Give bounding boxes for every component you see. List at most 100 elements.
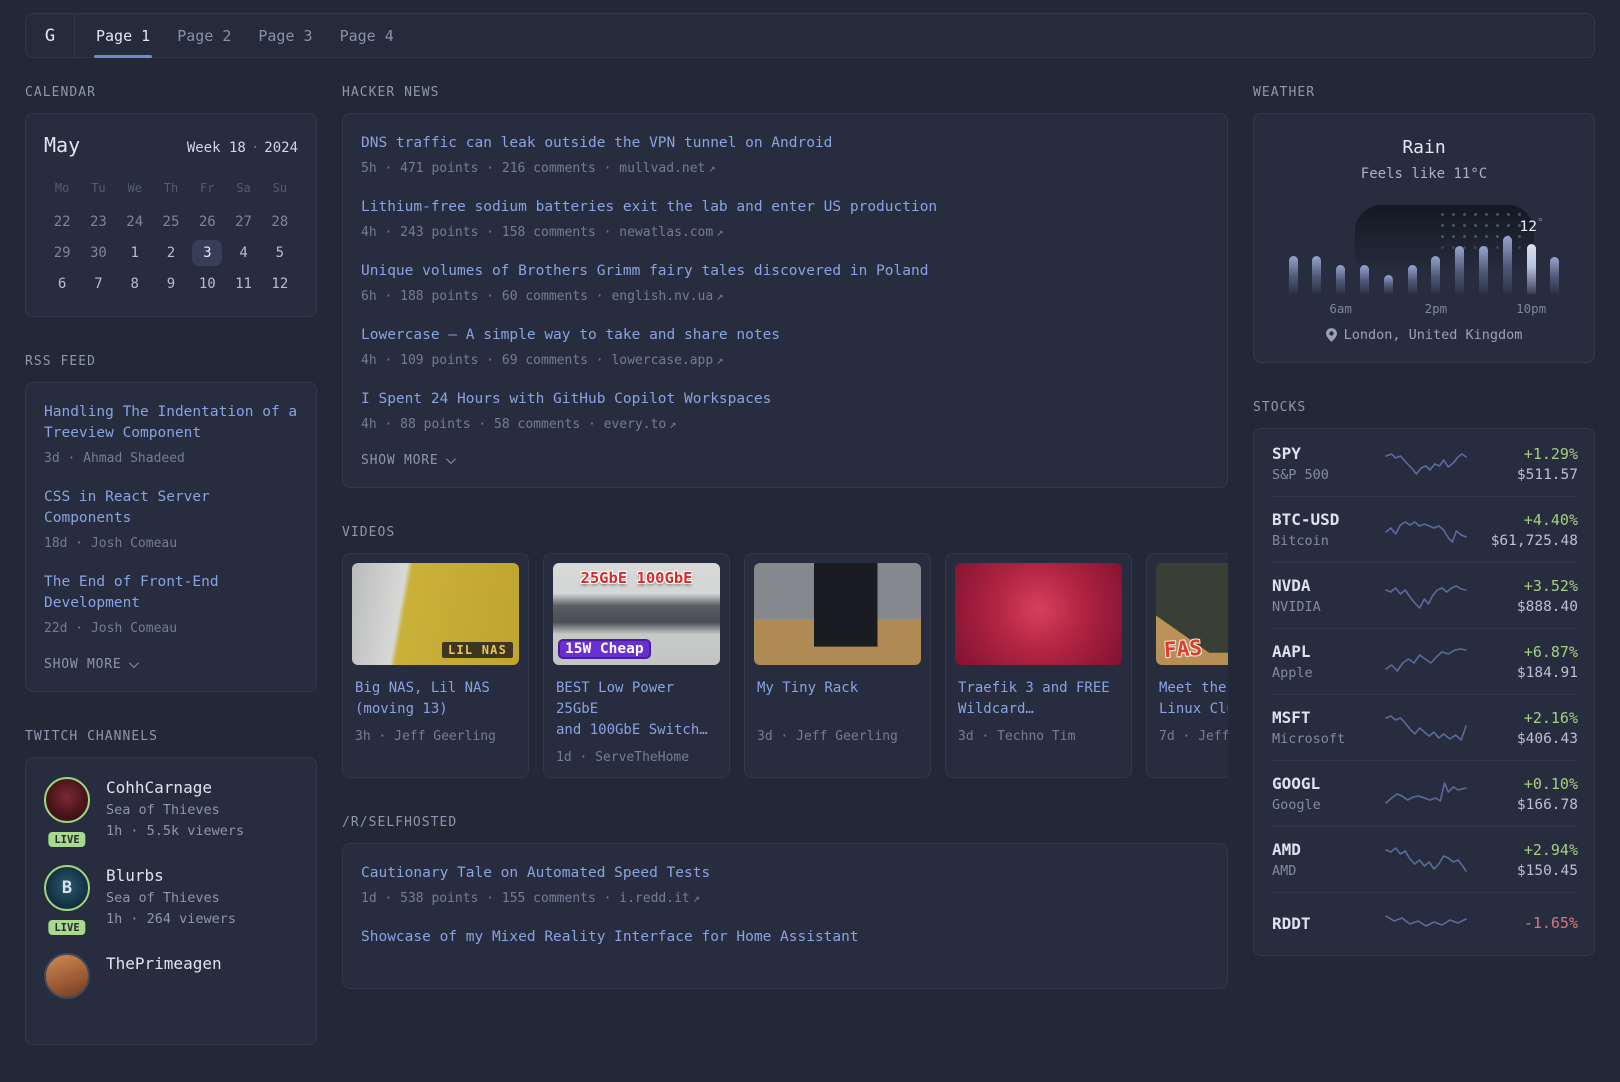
hn-item-title[interactable]: Unique volumes of Brothers Grimm fairy t… xyxy=(361,261,1209,282)
twitch-channel-name[interactable]: ThePrimeagen xyxy=(106,954,222,973)
hn-item-title[interactable]: Lithium-free sodium batteries exit the l… xyxy=(361,197,1209,218)
twitch-channel-viewers: 1h · 5.5k viewers xyxy=(106,823,244,839)
twitch-channel-row[interactable]: B LIVE Blurbs Sea of Thieves 1h · 264 vi… xyxy=(44,865,298,927)
weather-bar[interactable] xyxy=(1336,265,1345,294)
video-title[interactable]: Meet the m Linux Clus xyxy=(1159,678,1228,720)
video-title[interactable]: BEST Low Power 25GbE and 100GbE Switch… xyxy=(556,678,717,741)
weather-bar[interactable] xyxy=(1360,265,1369,294)
rss-item-title[interactable]: The End of Front-End Development xyxy=(44,572,298,614)
stock-price: $166.78 xyxy=(1468,797,1578,813)
stock-sparkline-chart xyxy=(1384,447,1468,481)
stock-price: $406.43 xyxy=(1468,731,1578,747)
hn-item-title[interactable]: DNS traffic can leak outside the VPN tun… xyxy=(361,133,1209,154)
video-card[interactable]: Traefik 3 and FREE Wildcard… 3d · Techno… xyxy=(945,553,1132,778)
app-logo[interactable]: G xyxy=(26,14,75,57)
weather-bar[interactable] xyxy=(1455,246,1464,294)
rss-item-title[interactable]: CSS in React Server Components xyxy=(44,487,298,529)
video-card[interactable]: My Tiny Rack 3d · Jeff Geerling xyxy=(744,553,931,778)
stock-sparkline-wrap xyxy=(1384,777,1468,811)
weather-bar[interactable] xyxy=(1503,236,1512,294)
video-title[interactable]: Big NAS, Lil NAS (moving 13) xyxy=(355,678,516,720)
stock-values: -1.65% xyxy=(1468,914,1578,932)
video-thumbnail[interactable] xyxy=(754,563,921,665)
weather-bar[interactable] xyxy=(1408,265,1417,294)
page-tab[interactable]: Page 4 xyxy=(340,14,394,57)
stock-identity: AAPL Apple xyxy=(1272,642,1384,681)
section-label-selfhosted: /R/SELFHOSTED xyxy=(342,815,1228,830)
calendar-weekday: Fr xyxy=(189,175,225,201)
stock-sparkline-wrap xyxy=(1384,906,1468,940)
twitch-channel-name[interactable]: Blurbs xyxy=(106,866,236,885)
stock-symbol[interactable]: AMD xyxy=(1272,840,1384,859)
stock-row[interactable]: AMD AMD +2.94% $150.45 xyxy=(1272,826,1576,892)
video-meta: 1d · ServeTheHome xyxy=(556,750,717,765)
page-tab[interactable]: Page 3 xyxy=(258,14,312,57)
stock-symbol[interactable]: MSFT xyxy=(1272,708,1384,727)
twitch-avatar-wrap xyxy=(44,953,90,999)
page-tab[interactable]: Page 1 xyxy=(96,14,150,57)
video-card[interactable]: 25GbE 100GbE 15W Cheap BEST Low Power 25… xyxy=(543,553,730,778)
page-tab[interactable]: Page 2 xyxy=(177,14,231,57)
video-thumbnail[interactable]: 25GbE 100GbE 15W Cheap xyxy=(553,563,720,665)
stock-row[interactable]: GOOGL Google +0.10% $166.78 xyxy=(1272,760,1576,826)
weather-bar[interactable] xyxy=(1384,275,1393,294)
stock-name: AMD xyxy=(1272,863,1384,879)
twitch-channel-row[interactable]: LIVE CohhCarnage Sea of Thieves 1h · 5.5… xyxy=(44,777,298,839)
weather-bar[interactable] xyxy=(1527,244,1536,294)
calendar-weekday: Su xyxy=(262,175,298,201)
weather-bar-slot xyxy=(1312,234,1322,294)
calendar-weekday: Tu xyxy=(80,175,116,201)
stock-symbol[interactable]: BTC-USD xyxy=(1272,510,1384,529)
video-thumbnail[interactable] xyxy=(955,563,1122,665)
stock-row[interactable]: BTC-USD Bitcoin +4.40% $61,725.48 xyxy=(1272,496,1576,562)
stock-symbol[interactable]: AAPL xyxy=(1272,642,1384,661)
stock-sparkline-wrap xyxy=(1384,711,1468,745)
stock-symbol[interactable]: GOOGL xyxy=(1272,774,1384,793)
video-title[interactable]: My Tiny Rack xyxy=(757,678,918,720)
thumbnail-overlay-text: 25GbE 100GbE xyxy=(581,569,693,587)
stock-row[interactable]: MSFT Microsoft +2.16% $406.43 xyxy=(1272,694,1576,760)
video-card[interactable]: FAS Meet the m Linux Clus 7d · Jeff Geer… xyxy=(1146,553,1228,778)
video-thumbnail[interactable]: LIL NAS xyxy=(352,563,519,665)
rss-widget: RSS FEED Handling The Indentation of a T… xyxy=(25,354,317,692)
video-title[interactable]: Traefik 3 and FREE Wildcard… xyxy=(958,678,1119,720)
hn-item-meta: 5h · 471 points · 216 comments · mullvad… xyxy=(361,161,1209,176)
stock-symbol[interactable]: RDDT xyxy=(1272,914,1384,933)
twitch-avatar xyxy=(44,777,90,823)
twitch-channel-category[interactable]: Sea of Thieves xyxy=(106,890,236,906)
video-card[interactable]: LIL NAS Big NAS, Lil NAS (moving 13) 3h … xyxy=(342,553,529,778)
location-pin-icon xyxy=(1326,328,1337,342)
left-column: CALENDAR May Week 18·2024 MoTuWeThFrSaSu… xyxy=(25,85,317,1082)
weather-bar[interactable] xyxy=(1312,256,1321,294)
weather-bar-slot: 12° 10pm xyxy=(1526,234,1536,294)
stock-row[interactable]: SPY S&P 500 +1.29% $511.57 xyxy=(1272,431,1576,496)
stock-symbol[interactable]: NVDA xyxy=(1272,576,1384,595)
weather-bar[interactable] xyxy=(1550,257,1559,294)
twitch-channel-category[interactable]: Sea of Thieves xyxy=(106,802,244,818)
hn-item-title[interactable]: I Spent 24 Hours with GitHub Copilot Wor… xyxy=(361,389,1209,410)
reddit-item-title[interactable]: Showcase of my Mixed Reality Interface f… xyxy=(361,927,1209,948)
weather-bar[interactable] xyxy=(1479,246,1488,294)
stock-symbol[interactable]: SPY xyxy=(1272,444,1384,463)
rss-item-title[interactable]: Handling The Indentation of a Treeview C… xyxy=(44,402,298,444)
rss-item-meta: 3d · Ahmad Shadeed xyxy=(44,451,298,466)
stock-row[interactable]: AAPL Apple +6.87% $184.91 xyxy=(1272,628,1576,694)
calendar-day: 27 xyxy=(229,209,259,235)
hn-item: Lowercase – A simple way to take and sha… xyxy=(361,325,1209,368)
twitch-channel-row[interactable]: ThePrimeagen xyxy=(44,953,298,999)
reddit-item-title[interactable]: Cautionary Tale on Automated Speed Tests xyxy=(361,863,1209,884)
stock-row[interactable]: RDDT -1.65% xyxy=(1272,892,1576,953)
stock-values: +3.52% $888.40 xyxy=(1468,577,1578,615)
weather-bar[interactable] xyxy=(1431,256,1440,294)
rss-show-more-button[interactable]: SHOW MORE xyxy=(44,657,298,672)
twitch-channel-name[interactable]: CohhCarnage xyxy=(106,778,244,797)
video-thumbnail[interactable]: FAS xyxy=(1156,563,1228,665)
video-meta: 7d · Jeff Geerling xyxy=(1159,729,1228,744)
weather-bar[interactable] xyxy=(1289,256,1298,294)
hacker-news-widget: HACKER NEWS DNS traffic can leak outside… xyxy=(342,85,1228,488)
hn-item-title[interactable]: Lowercase – A simple way to take and sha… xyxy=(361,325,1209,346)
stock-name: Microsoft xyxy=(1272,731,1384,747)
hn-show-more-button[interactable]: SHOW MORE xyxy=(361,453,1209,468)
stock-name: S&P 500 xyxy=(1272,467,1384,483)
stock-row[interactable]: NVDA NVIDIA +3.52% $888.40 xyxy=(1272,562,1576,628)
